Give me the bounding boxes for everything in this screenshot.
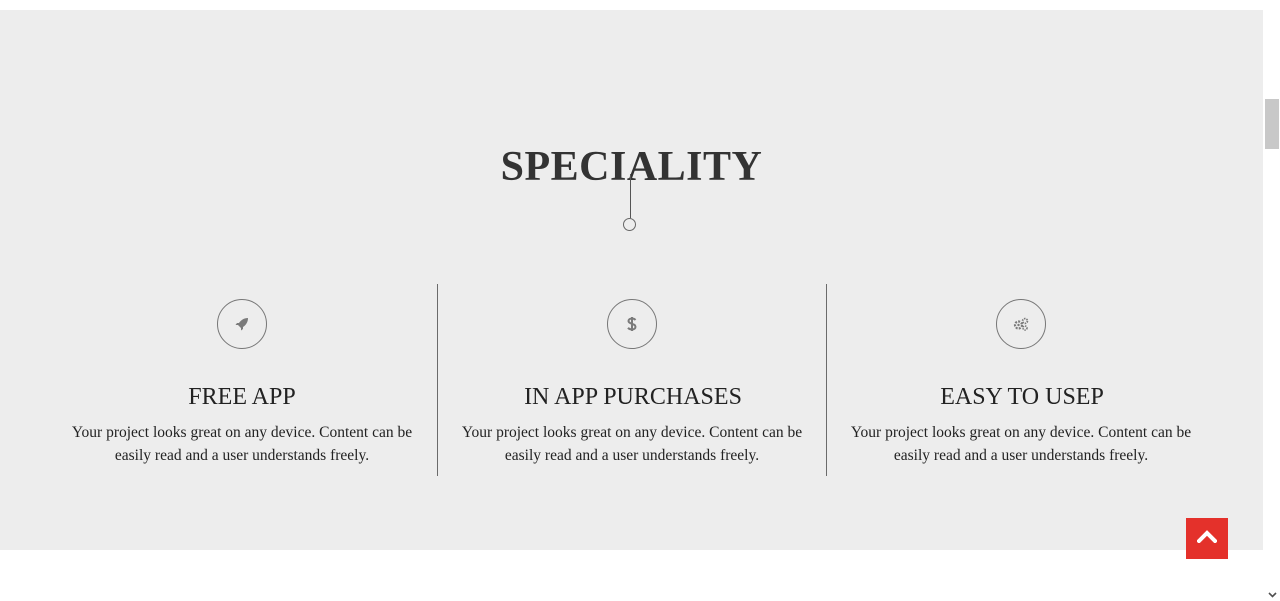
feature-title: IN APP PURCHASES (524, 384, 742, 410)
dollar-icon (607, 299, 657, 349)
scroll-to-top-button[interactable] (1186, 518, 1228, 559)
feature-title: FREE APP (188, 384, 296, 410)
section-title: SPECIALITY (500, 143, 763, 190)
gears-icon (996, 299, 1046, 349)
vertical-scrollbar[interactable] (1263, 0, 1280, 601)
title-divider-line (630, 174, 631, 218)
feature-in-app-purchases: IN APP PURCHASES Your project looks grea… (437, 284, 828, 476)
feature-title: EASY TO USEP (940, 384, 1104, 410)
feature-description: Your project looks great on any device. … (71, 424, 413, 464)
feature-description: Your project looks great on any device. … (461, 424, 803, 464)
chevron-up-icon (1196, 529, 1218, 548)
feature-easy-to-use: EASY TO USEP Your project looks great on… (826, 284, 1217, 476)
rocket-icon (217, 299, 267, 349)
scroll-down-arrow-icon[interactable] (1266, 590, 1278, 600)
scrollbar-thumb[interactable] (1265, 99, 1279, 149)
speciality-section: SPECIALITY FREE APP Your project looks g… (0, 10, 1263, 550)
feature-description: Your project looks great on any device. … (850, 424, 1192, 464)
feature-free-app: FREE APP Your project looks great on any… (47, 284, 437, 476)
title-divider-circle (623, 218, 636, 231)
page: SPECIALITY FREE APP Your project looks g… (0, 0, 1280, 601)
